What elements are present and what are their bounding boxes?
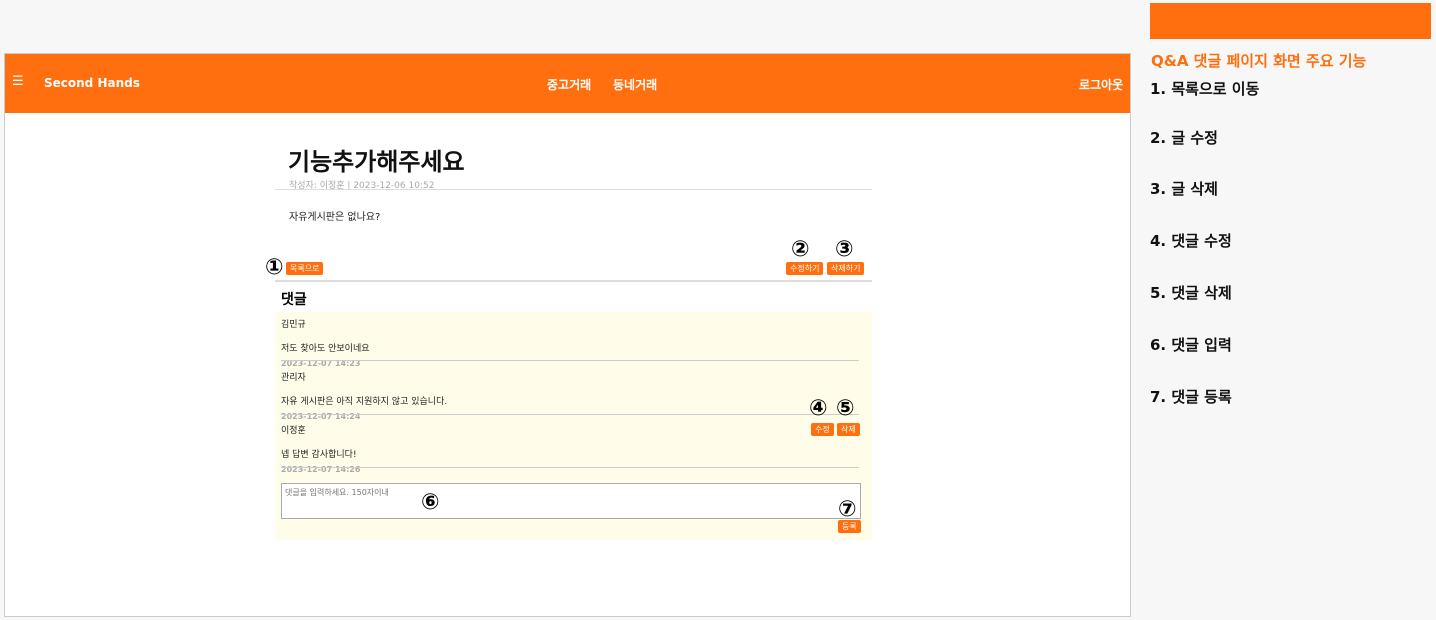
feature-item: 5. 댓글 삭제 <box>1150 284 1232 302</box>
post-title: 기능추가해주세요 <box>288 148 465 176</box>
marker-1: ① <box>265 255 284 280</box>
side-panel-banner <box>1150 3 1431 39</box>
marker-7: ⑦ <box>838 497 857 522</box>
comments-section: 김민규 저도 찾아도 안보이네요 2023-12-07 14:23 관리자 자유 게시… <box>275 312 872 540</box>
edit-comment-button[interactable]: 수정 <box>811 423 834 436</box>
feature-item: 6. 댓글 입력 <box>1150 336 1232 354</box>
menu-icon[interactable]: ☰ <box>12 74 24 89</box>
brand-logo[interactable]: Second Hands <box>44 76 140 90</box>
app-window: ☰ Second Hands 중고거래 동네거래 로그아웃 기능추가해주세요 작… <box>4 53 1131 617</box>
feature-item: 7. 댓글 등록 <box>1150 388 1232 406</box>
marker-5: ⑤ <box>836 396 855 421</box>
nav-used-trade[interactable]: 중고거래 <box>547 76 591 93</box>
feature-item: 4. 댓글 수정 <box>1150 232 1232 250</box>
comments-heading: 댓글 <box>281 292 307 308</box>
comment-author: 김민규 <box>281 320 306 330</box>
divider <box>275 189 872 190</box>
feature-item: 1. 목록으로 이동 <box>1150 80 1260 98</box>
logout-link[interactable]: 로그아웃 <box>1079 76 1123 93</box>
comment-text: 자유 게시판은 아직 지원하지 않고 있습니다. <box>281 397 448 407</box>
divider <box>281 360 859 361</box>
marker-4: ④ <box>809 396 828 421</box>
feature-item: 2. 글 수정 <box>1150 129 1218 147</box>
comment-author: 관리자 <box>281 373 306 383</box>
marker-3: ③ <box>835 237 854 262</box>
comment-text: 넵 답변 감사합니다! <box>281 450 357 460</box>
post-body: 자유게시판은 없나요? <box>289 212 381 223</box>
delete-post-button[interactable]: 삭제하기 <box>827 262 865 275</box>
comment-author: 이정훈 <box>281 426 306 436</box>
delete-comment-button[interactable]: 삭제 <box>837 423 860 436</box>
top-nav: ☰ Second Hands 중고거래 동네거래 로그아웃 <box>5 54 1130 113</box>
back-to-list-button[interactable]: 목록으로 <box>286 262 324 275</box>
divider <box>275 280 872 282</box>
side-panel-title: Q&A 댓글 페이지 화면 주요 기능 <box>1151 52 1367 70</box>
feature-item: 3. 글 삭제 <box>1150 180 1218 198</box>
divider <box>281 414 859 415</box>
nav-local-trade[interactable]: 동네거래 <box>613 76 657 93</box>
divider <box>281 467 859 468</box>
marker-2: ② <box>791 237 810 262</box>
comment-input[interactable] <box>281 483 861 519</box>
edit-post-button[interactable]: 수정하기 <box>786 262 824 275</box>
marker-6: ⑥ <box>421 490 440 515</box>
comment-text: 저도 찾아도 안보이네요 <box>281 344 370 354</box>
